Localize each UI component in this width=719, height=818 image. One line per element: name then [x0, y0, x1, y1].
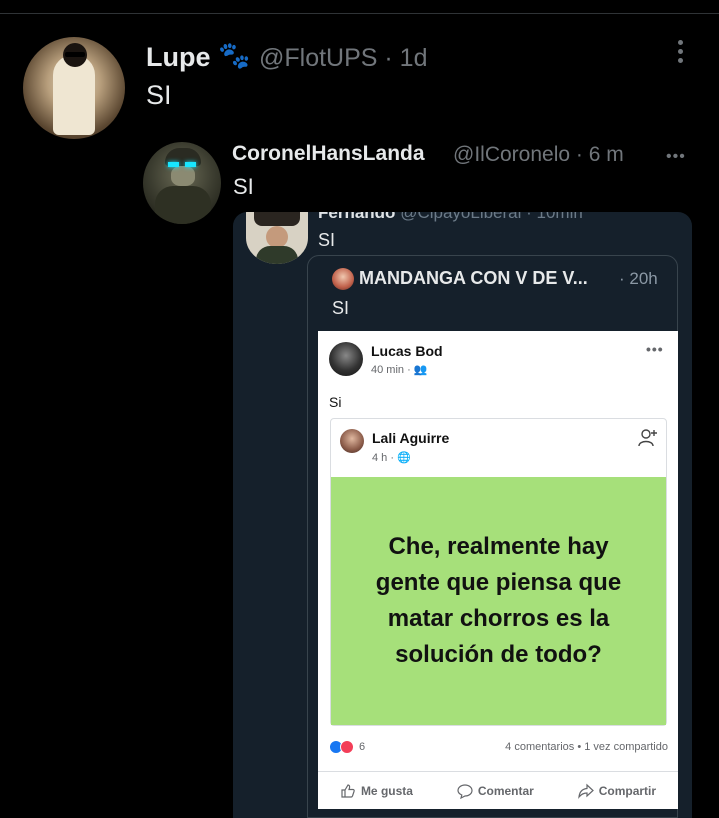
quoted-tweet-text: SI: [233, 174, 254, 199]
share-icon: [577, 783, 594, 799]
divider: [0, 13, 719, 14]
facebook-screenshot[interactable]: Lucas Bod 40 min · 👥 ••• Si Lali Aguirre…: [318, 331, 678, 809]
avatar[interactable]: [23, 37, 125, 139]
fb-stats: 4 comentarios • 1 vez compartido: [505, 741, 668, 753]
avatar: [340, 429, 364, 453]
quoted-author-name[interactable]: Fernando: [318, 212, 395, 222]
comment-icon: [457, 783, 473, 799]
friends-icon: 👥: [413, 364, 428, 376]
avatar[interactable]: [246, 212, 308, 264]
quoted-tweet-text: SI: [318, 230, 336, 250]
love-reaction-icon: [340, 740, 354, 754]
fb-reactions: 6: [329, 739, 365, 755]
quoted-author-handle[interactable]: @CipayoLiberal · 10min: [400, 212, 583, 222]
fb-share-button: Compartir: [577, 783, 656, 799]
tweet-text: SI: [146, 80, 172, 110]
reaction-count: 6: [359, 741, 366, 753]
add-friend-icon: [638, 429, 657, 447]
more-options-icon[interactable]: •••: [666, 148, 686, 166]
fb-image: Che, realmente hay gente que piensa que …: [331, 477, 666, 725]
quoted-author-line: Fernando @CipayoLiberal · 10min: [318, 212, 583, 223]
fb-post-meta: 40 min · 👥: [371, 364, 428, 376]
fb-shared-post: Lali Aguirre 4 h · 🌐 Che, realmente hay …: [330, 418, 667, 726]
fb-shared-meta: 4 h · 🌐: [372, 452, 411, 464]
fb-comment-button: Comentar: [457, 783, 534, 799]
quoted-author-name[interactable]: CoronelHansLanda: [232, 142, 425, 166]
fb-post-text: Si: [329, 394, 342, 410]
quoted-author-name[interactable]: MANDANGA CON V DE V...: [359, 268, 588, 289]
paw-prints-icon: 🐾: [218, 40, 251, 70]
fb-shared-author: Lali Aguirre: [372, 430, 450, 446]
more-options-icon: •••: [646, 341, 664, 357]
fb-post-author: Lucas Bod: [371, 343, 443, 359]
more-options-icon[interactable]: [676, 40, 684, 64]
thumbs-up-icon: [341, 783, 355, 798]
globe-icon: 🌐: [397, 452, 411, 464]
fb-image-text: Che, realmente hay gente que piensa que …: [375, 533, 622, 668]
quoted-timestamp[interactable]: · 20h: [619, 269, 658, 289]
author-handle[interactable]: @FlotUPS · 1d: [259, 44, 427, 73]
quoted-tweet-text: SI: [332, 298, 350, 318]
fb-like-button: Me gusta: [340, 783, 413, 799]
avatar[interactable]: [143, 142, 221, 224]
fb-action-bar: Me gusta Comentar Compartir: [318, 771, 678, 809]
quoted-author-handle[interactable]: @IlCoronelo · 6 m: [453, 143, 624, 167]
avatar[interactable]: [332, 268, 354, 290]
avatar: [329, 342, 363, 376]
author-name[interactable]: Lupe: [146, 42, 211, 73]
